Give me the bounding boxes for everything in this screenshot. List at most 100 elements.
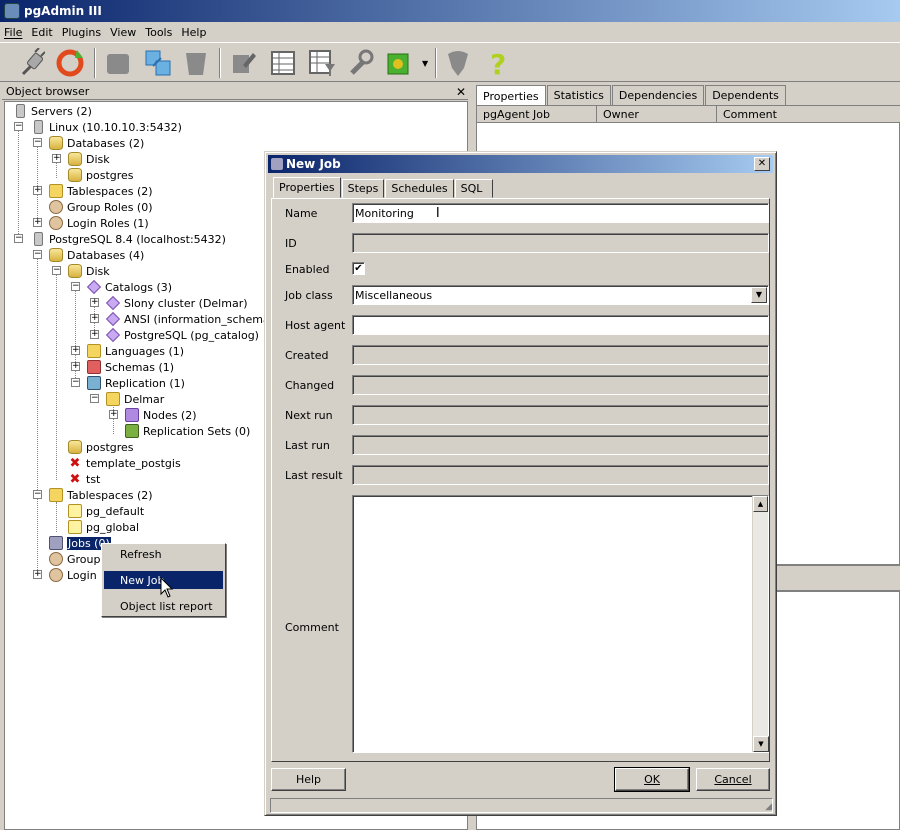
sql-icon[interactable] [227,47,259,79]
tree-node-ansi[interactable]: ANSI (information_schema) [105,311,274,327]
tree-node-pg-global[interactable]: pg_global [68,519,139,535]
collapse-icon[interactable]: − [52,266,61,275]
menu-edit[interactable]: Edit [31,26,52,39]
collapse-icon[interactable]: − [90,394,99,403]
tree-node-databases[interactable]: Databases (4) [49,247,144,263]
tab-schedules[interactable]: Schedules [385,179,454,198]
dialog-close-button[interactable]: ✕ [754,157,770,171]
menu-view[interactable]: View [110,26,136,39]
expand-icon[interactable]: + [90,314,99,323]
comment-scrollbar[interactable]: ▲ ▼ [752,496,769,752]
tree-node-schemas[interactable]: Schemas (1) [87,359,174,375]
tree-node-pg-default[interactable]: pg_default [68,503,144,519]
database-icon [68,168,82,182]
tree-node-tablespaces[interactable]: Tablespaces (2) [49,183,153,199]
plugins-icon[interactable] [383,47,415,79]
collapse-icon[interactable]: − [33,490,42,499]
tablespace-icon [68,520,82,534]
create-icon[interactable] [142,47,174,79]
tree-node-tst[interactable]: ✖ tst [68,471,101,487]
expand-icon[interactable]: + [90,330,99,339]
tree-node-postgres[interactable]: postgres [68,439,134,455]
tree-node-tablespaces[interactable]: Tablespaces (2) [49,487,153,503]
tree-node-disk[interactable]: Disk [68,263,110,279]
collapse-icon[interactable]: − [14,122,23,131]
tree-node-postgresql-server[interactable]: PostgreSQL 8.4 (localhost:5432) [31,231,226,247]
collapse-icon[interactable]: − [71,282,80,291]
expand-icon[interactable]: + [90,298,99,307]
close-icon[interactable]: ✕ [454,85,468,99]
column-header-comment[interactable]: Comment [717,106,900,123]
host-agent-field[interactable] [352,315,769,335]
enabled-checkbox[interactable]: ✔ [352,262,365,275]
tab-properties[interactable]: Properties [273,177,341,198]
collapse-icon[interactable]: − [14,234,23,243]
expand-icon[interactable]: + [33,570,42,579]
login-roles-icon [49,568,63,582]
maintenance-icon[interactable] [344,47,376,79]
tree-node-nodes[interactable]: Nodes (2) [125,407,197,423]
expand-icon[interactable]: + [109,410,118,419]
collapse-icon[interactable]: − [33,250,42,259]
tree-node-replication-sets[interactable]: Replication Sets (0) [125,423,250,439]
comment-textarea[interactable]: ▲ ▼ [352,495,769,753]
tab-properties[interactable]: Properties [476,85,546,106]
collapse-icon[interactable]: − [71,378,80,387]
tree-node-servers[interactable]: Servers (2) [13,103,92,119]
expand-icon[interactable]: + [52,154,61,163]
ok-button[interactable]: OK [614,767,690,792]
menu-plugins[interactable]: Plugins [62,26,101,39]
expand-icon[interactable]: + [33,186,42,195]
scroll-down-icon[interactable]: ▼ [753,736,769,752]
panel-splitter[interactable] [777,564,900,592]
tree-node-slony-cluster[interactable]: Slony cluster (Delmar) [105,295,248,311]
view-data-icon[interactable] [267,47,299,79]
app-titlebar: pgAdmin III [0,0,900,22]
job-class-select[interactable]: Miscellaneous ▼ [352,285,769,305]
help-button[interactable]: Help [271,768,346,791]
tree-node-postgres[interactable]: postgres [68,167,134,183]
tree-node-login-roles[interactable]: Login R [49,567,108,583]
tab-dependencies[interactable]: Dependencies [611,85,705,105]
tree-node-replication[interactable]: Replication (1) [87,375,185,391]
scroll-up-icon[interactable]: ▲ [753,496,768,512]
connect-icon[interactable] [15,47,47,79]
plugins-dropdown-icon[interactable]: ▼ [422,59,428,68]
tab-statistics[interactable]: Statistics [546,85,611,105]
tab-sql[interactable]: SQL [454,179,493,198]
dialog-title: New Job [286,157,341,171]
chevron-down-icon[interactable]: ▼ [751,287,767,303]
tree-node-group-roles[interactable]: Group Roles (0) [49,199,153,215]
resize-grip-icon[interactable]: ◢ [765,802,772,812]
tab-dependents[interactable]: Dependents [705,85,786,105]
menu-help[interactable]: Help [181,26,206,39]
menu-tools[interactable]: Tools [145,26,172,39]
menu-item-refresh[interactable]: Refresh [104,545,223,563]
tree-node-linux-server[interactable]: Linux (10.10.10.3:5432) [31,119,182,135]
tab-steps[interactable]: Steps [341,179,385,198]
expand-icon[interactable]: + [71,346,80,355]
tree-node-languages[interactable]: Languages (1) [87,343,184,359]
properties-icon[interactable] [102,47,134,79]
tree-node-disk[interactable]: Disk [68,151,110,167]
column-header-owner[interactable]: Owner [597,106,717,123]
help-icon[interactable]: ? [482,47,514,79]
hint-icon[interactable] [442,47,474,79]
tree-node-pg-catalog[interactable]: PostgreSQL (pg_catalog) [105,327,259,343]
refresh-icon[interactable] [54,47,86,79]
tree-node-login-roles[interactable]: Login Roles (1) [49,215,149,231]
object-browser-title: Object browser [6,85,90,98]
column-header-job[interactable]: pgAgent Job [477,106,597,123]
tree-node-delmar[interactable]: Delmar [106,391,164,407]
menu-file[interactable]: File [4,26,22,39]
filtered-data-icon[interactable] [306,47,338,79]
expand-icon[interactable]: + [33,218,42,227]
tree-node-databases[interactable]: Databases (2) [49,135,144,151]
name-field[interactable]: Monitoring I [352,203,769,223]
collapse-icon[interactable]: − [33,138,42,147]
expand-icon[interactable]: + [71,362,80,371]
cancel-button[interactable]: Cancel [696,768,770,791]
tree-node-template-postgis[interactable]: ✖ template_postgis [68,455,181,471]
tree-node-catalogs[interactable]: Catalogs (3) [86,279,172,295]
drop-icon[interactable] [180,47,212,79]
